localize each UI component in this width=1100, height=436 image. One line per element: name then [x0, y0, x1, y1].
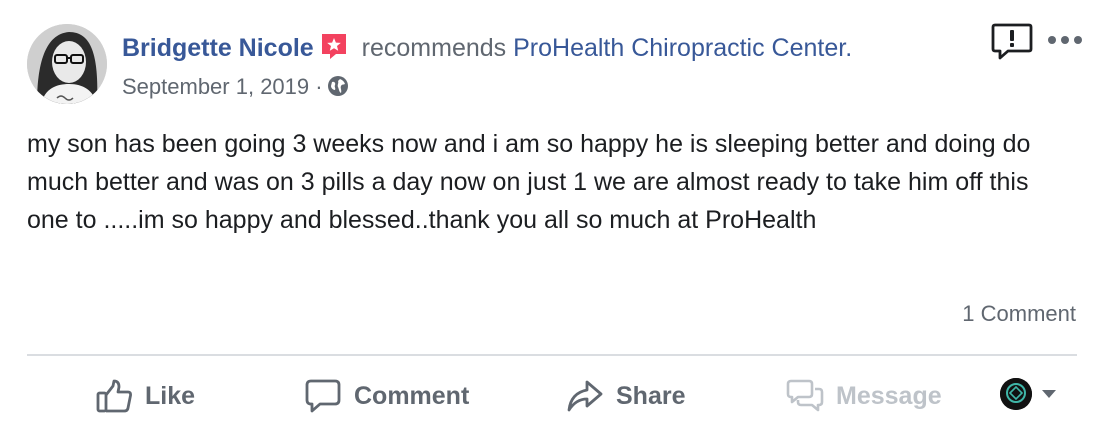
author-name-link[interactable]: Bridgette Nicole	[122, 34, 314, 62]
audience-selector[interactable]	[1000, 372, 1064, 416]
comment-count-link[interactable]: 1 Comment	[962, 300, 1076, 328]
page-name-link[interactable]: ProHealth Chiropractic Center.	[513, 34, 852, 62]
action-bar: Like Comment Share Message	[0, 366, 1100, 426]
more-dots-icon[interactable]	[1046, 30, 1084, 50]
recommendation-star-icon	[319, 32, 349, 69]
post-header: Bridgette Nicole recommends ProHealth Ch…	[122, 31, 852, 69]
author-avatar[interactable]	[27, 24, 107, 104]
meta-separator: ·	[315, 74, 323, 99]
message-label: Message	[836, 381, 942, 410]
report-icon[interactable]	[990, 22, 1034, 62]
share-button[interactable]: Share	[566, 376, 685, 416]
post-body-text: my son has been going 3 weeks now and i …	[27, 130, 1031, 234]
messenger-bubbles-icon	[786, 379, 824, 412]
post-date-link[interactable]: September 1, 2019	[122, 74, 309, 99]
page-avatar	[1000, 378, 1032, 410]
share-label: Share	[616, 381, 686, 410]
review-post: Bridgette Nicole recommends ProHealth Ch…	[0, 0, 1100, 436]
speech-bubble-icon	[305, 379, 341, 413]
avatar-photo	[27, 24, 107, 104]
like-button[interactable]: Like	[95, 376, 195, 416]
recommends-verb: recommends	[361, 34, 507, 62]
message-button[interactable]: Message	[786, 376, 942, 416]
comment-label: Comment	[354, 381, 470, 410]
comment-button[interactable]: Comment	[304, 376, 469, 416]
globe-icon[interactable]	[327, 75, 349, 105]
action-divider	[27, 354, 1077, 356]
share-arrow-icon	[567, 380, 603, 412]
caret-down-icon	[1042, 390, 1056, 398]
thumbs-up-icon	[96, 379, 132, 413]
like-label: Like	[145, 381, 196, 410]
post-meta: September 1, 2019 ·	[122, 72, 349, 105]
